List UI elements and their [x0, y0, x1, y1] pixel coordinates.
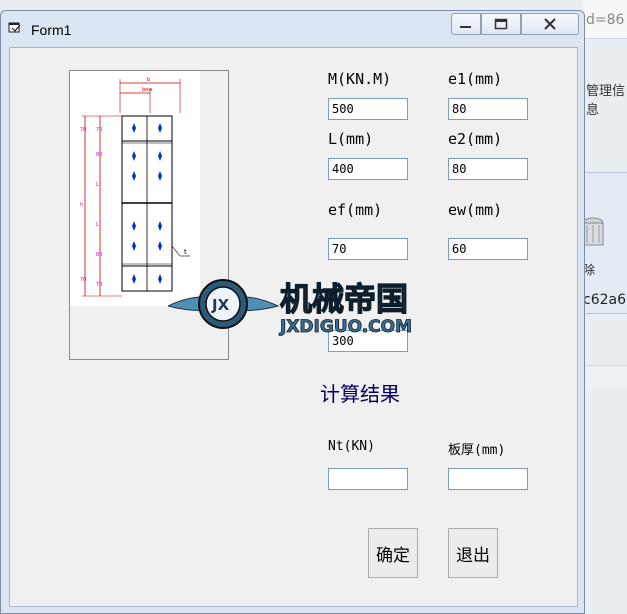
svg-text:t: t	[184, 248, 187, 256]
watermark-cn-text: 机械帝国	[280, 280, 408, 318]
e2-label: e2(mm)	[448, 130, 503, 148]
bolt-connection-diagram: b bew 70 70 80 L h L 80 70 70 t	[70, 71, 200, 306]
thickness-label: 板厚(mm)	[448, 443, 506, 458]
m-input[interactable]: 500	[328, 98, 408, 120]
svg-text:b: b	[147, 77, 150, 83]
results-title: 计算结果	[320, 382, 400, 406]
ef-label: ef(mm)	[328, 201, 383, 219]
watermark-badge-text: JX	[211, 296, 230, 314]
svg-text:L: L	[96, 182, 99, 188]
e1-input[interactable]: 80	[448, 98, 528, 120]
nt-label: Nt(KN)	[328, 439, 375, 454]
watermark-en-text: JXDIGUO.COM	[279, 317, 412, 337]
ef-input[interactable]: 70	[328, 238, 408, 260]
watermark-logo: JX 机械帝国 JXDIGUO.COM	[166, 276, 468, 338]
minimize-button[interactable]	[451, 13, 481, 35]
e2-input[interactable]: 80	[448, 158, 528, 180]
svg-text:h: h	[80, 202, 83, 208]
svg-text:80: 80	[96, 152, 102, 158]
m-label: M(KN.M)	[328, 70, 392, 88]
maximize-button[interactable]	[481, 13, 521, 35]
confirm-button[interactable]: 确定	[368, 528, 418, 578]
nt-output[interactable]	[328, 468, 408, 490]
exit-button[interactable]: 退出	[448, 528, 498, 578]
thickness-output[interactable]	[448, 468, 528, 490]
e1-label: e1(mm)	[448, 70, 503, 88]
svg-text:70: 70	[96, 127, 102, 133]
svg-text:bew: bew	[142, 87, 152, 93]
form-icon	[8, 22, 21, 33]
title-bar[interactable]: Form1	[1, 11, 584, 47]
maximize-icon	[494, 18, 508, 30]
l-input[interactable]: 400	[328, 158, 408, 180]
close-icon	[544, 18, 556, 30]
background-text: d=86	[586, 12, 625, 28]
ew-input[interactable]: 60	[448, 238, 528, 260]
trash-icon	[583, 217, 604, 246]
close-button[interactable]	[521, 13, 579, 35]
svg-text:70: 70	[80, 127, 86, 133]
svg-text:70: 70	[96, 282, 102, 288]
background-hash-text: c62a60	[583, 292, 627, 308]
svg-text:L: L	[96, 222, 99, 228]
ew-label: ew(mm)	[448, 201, 503, 219]
svg-text:80: 80	[96, 252, 102, 258]
minimize-icon	[460, 26, 471, 28]
svg-text:70: 70	[80, 277, 86, 283]
background-row	[583, 365, 627, 388]
window-title: Form1	[31, 22, 72, 38]
watermark-graphic: JX 机械帝国 JXDIGUO.COM	[166, 279, 412, 337]
background-menu-text: 管理信息	[586, 84, 626, 118]
l-label: L(mm)	[328, 130, 374, 148]
